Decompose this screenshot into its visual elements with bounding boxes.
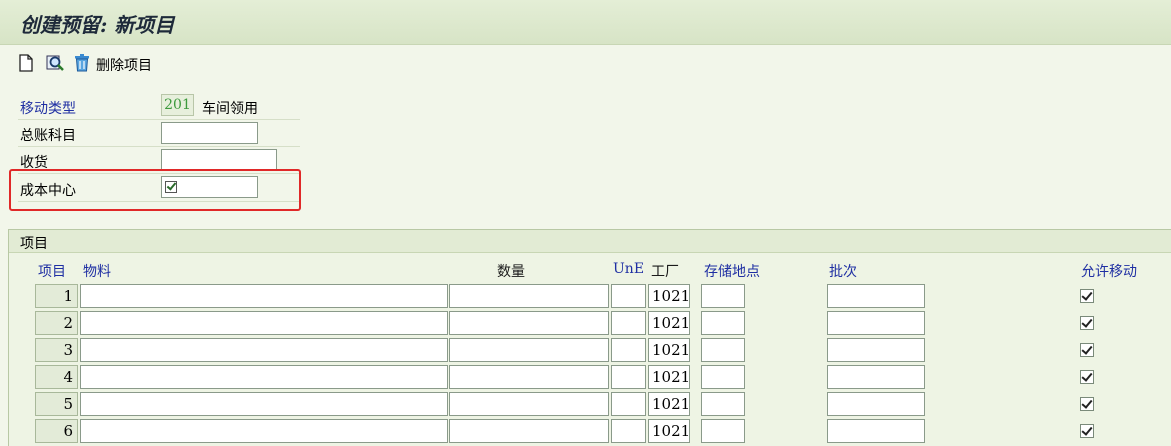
item-number-cell: 2 bbox=[35, 311, 78, 335]
plant-input[interactable]: 1021 bbox=[648, 419, 690, 443]
movement-allowed-checkbox[interactable] bbox=[1080, 343, 1094, 357]
batch-input[interactable] bbox=[827, 284, 925, 308]
gl-account-input[interactable] bbox=[161, 122, 258, 144]
plant-input[interactable]: 1021 bbox=[648, 338, 690, 362]
plant-input[interactable]: 1021 bbox=[648, 392, 690, 416]
page-title: 创建预留: 新项目 bbox=[20, 13, 175, 37]
material-input[interactable] bbox=[80, 419, 448, 443]
item-number-cell: 4 bbox=[35, 365, 78, 389]
goods-recipient-input[interactable] bbox=[161, 149, 277, 171]
column-header-batch: 批次 bbox=[829, 264, 857, 280]
storage-location-input[interactable] bbox=[701, 419, 745, 443]
movement-allowed-checkbox[interactable] bbox=[1080, 289, 1094, 303]
movement-allowed-checkbox[interactable] bbox=[1080, 424, 1094, 438]
material-input[interactable] bbox=[80, 311, 448, 335]
column-header-material: 物料 bbox=[83, 264, 111, 280]
plant-input[interactable]: 1021 bbox=[648, 311, 690, 335]
delete-item-button[interactable]: 删除项目 bbox=[96, 55, 152, 75]
storage-location-input[interactable] bbox=[701, 284, 745, 308]
table-row: 2 1021 bbox=[0, 311, 1171, 338]
storage-location-input[interactable] bbox=[701, 392, 745, 416]
plant-input[interactable]: 1021 bbox=[648, 365, 690, 389]
quantity-input[interactable] bbox=[449, 392, 609, 416]
movement-type-text: 车间领用 bbox=[202, 101, 258, 117]
items-section-title: 项目 bbox=[9, 230, 1171, 253]
table-row: 3 1021 bbox=[0, 338, 1171, 365]
table-row: 5 1021 bbox=[0, 392, 1171, 419]
quantity-input[interactable] bbox=[449, 311, 609, 335]
column-header-item: 项目 bbox=[38, 264, 66, 280]
batch-input[interactable] bbox=[827, 338, 925, 362]
item-number-cell: 6 bbox=[35, 419, 78, 443]
movement-allowed-checkbox[interactable] bbox=[1080, 370, 1094, 384]
batch-input[interactable] bbox=[827, 365, 925, 389]
unit-input[interactable] bbox=[611, 338, 646, 362]
application-toolbar: 删除项目 bbox=[0, 45, 1171, 81]
item-number-cell: 5 bbox=[35, 392, 78, 416]
movement-allowed-checkbox[interactable] bbox=[1080, 397, 1094, 411]
material-input[interactable] bbox=[80, 365, 448, 389]
unit-input[interactable] bbox=[611, 365, 646, 389]
movement-allowed-checkbox[interactable] bbox=[1080, 316, 1094, 330]
material-input[interactable] bbox=[80, 284, 448, 308]
storage-location-input[interactable] bbox=[701, 365, 745, 389]
quantity-input[interactable] bbox=[449, 419, 609, 443]
trash-icon[interactable] bbox=[72, 53, 92, 73]
material-input[interactable] bbox=[80, 338, 448, 362]
unit-input[interactable] bbox=[611, 392, 646, 416]
title-bar: 创建预留: 新项目 bbox=[0, 0, 1171, 45]
column-header-movement-allowed: 允许移动 bbox=[1081, 264, 1137, 280]
column-header-storage-location: 存储地点 bbox=[704, 264, 760, 280]
document-icon[interactable] bbox=[16, 53, 36, 73]
storage-location-input[interactable] bbox=[701, 338, 745, 362]
quantity-input[interactable] bbox=[449, 338, 609, 362]
batch-input[interactable] bbox=[827, 311, 925, 335]
item-number-cell: 3 bbox=[35, 338, 78, 362]
table-row: 1 1021 bbox=[0, 284, 1171, 311]
item-number-cell: 1 bbox=[35, 284, 78, 308]
unit-input[interactable] bbox=[611, 311, 646, 335]
unit-input[interactable] bbox=[611, 419, 646, 443]
column-header-unit: UnE bbox=[613, 261, 645, 277]
quantity-input[interactable] bbox=[449, 365, 609, 389]
material-input[interactable] bbox=[80, 392, 448, 416]
table-row: 4 1021 bbox=[0, 365, 1171, 392]
unit-input[interactable] bbox=[611, 284, 646, 308]
batch-input[interactable] bbox=[827, 392, 925, 416]
magnifier-icon[interactable] bbox=[45, 53, 65, 73]
gl-account-label: 总账科目 bbox=[20, 128, 76, 144]
quantity-input[interactable] bbox=[449, 284, 609, 308]
table-row: 6 1021 bbox=[0, 419, 1171, 446]
plant-input[interactable]: 1021 bbox=[648, 284, 690, 308]
column-header-quantity: 数量 bbox=[497, 264, 525, 280]
movement-type-label: 移动类型 bbox=[20, 101, 76, 117]
cost-center-highlight bbox=[9, 169, 301, 211]
batch-input[interactable] bbox=[827, 419, 925, 443]
storage-location-input[interactable] bbox=[701, 311, 745, 335]
column-header-plant: 工厂 bbox=[651, 264, 679, 280]
items-section-title-text: 项目 bbox=[20, 236, 48, 252]
movement-type-value: 201 bbox=[161, 94, 194, 116]
